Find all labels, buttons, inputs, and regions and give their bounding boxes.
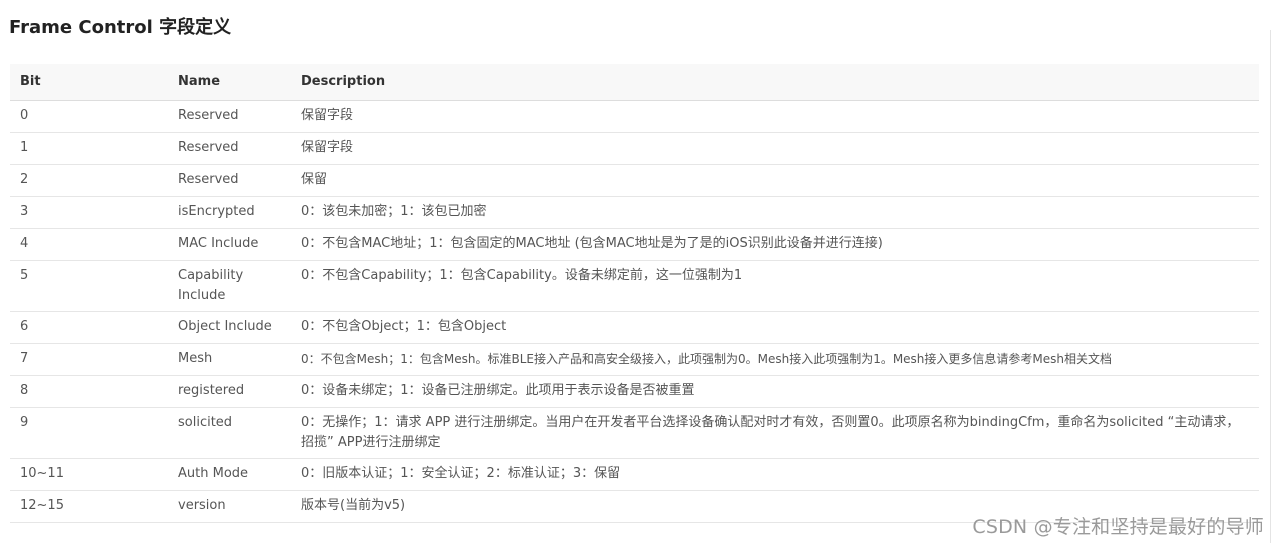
table-row: 7 Mesh 0：不包含Mesh；1：包含Mesh。标准BLE接入产品和高安全级…: [10, 343, 1259, 376]
cell-bit: 9: [10, 407, 168, 459]
cell-bit: 12~15: [10, 490, 168, 523]
cell-description: 0：设备未绑定；1：设备已注册绑定。此项用于表示设备是否被重置: [291, 375, 1259, 408]
cell-name: MAC Include: [168, 228, 291, 261]
cell-name: Object Include: [168, 311, 291, 344]
table-row: 0 Reserved 保留字段: [10, 100, 1259, 133]
cell-bit: 10~11: [10, 458, 168, 491]
header-name: Name: [168, 64, 291, 101]
table-body: 0 Reserved 保留字段 1 Reserved 保留字段 2 Reserv…: [10, 100, 1259, 523]
table-row: 6 Object Include 0：不包含Object；1：包含Object: [10, 311, 1259, 344]
table-header-row: Bit Name Description: [10, 64, 1259, 101]
cell-description: 0：该包未加密；1：该包已加密: [291, 196, 1259, 229]
page-title: Frame Control 字段定义: [9, 17, 232, 38]
cell-name: Reserved: [168, 132, 291, 165]
cell-bit: 6: [10, 311, 168, 344]
cell-bit: 5: [10, 260, 168, 312]
watermark: CSDN @专注和坚持是最好的导师: [972, 516, 1264, 538]
cell-name: Capability Include: [168, 260, 291, 312]
cell-description: 0：不包含MAC地址；1：包含固定的MAC地址 (包含MAC地址是为了是的iOS…: [291, 228, 1259, 261]
right-divider: [1270, 30, 1271, 543]
cell-bit: 1: [10, 132, 168, 165]
cell-description: 保留字段: [291, 100, 1259, 133]
cell-name: version: [168, 490, 291, 523]
cell-name: Auth Mode: [168, 458, 291, 491]
table-row: 2 Reserved 保留: [10, 164, 1259, 197]
cell-name: isEncrypted: [168, 196, 291, 229]
cell-bit: 2: [10, 164, 168, 197]
cell-bit: 0: [10, 100, 168, 133]
header-description: Description: [291, 64, 1259, 101]
cell-description: 0：不包含Object；1：包含Object: [291, 311, 1259, 344]
table-row: 10~11 Auth Mode 0：旧版本认证；1：安全认证；2：标准认证；3：…: [10, 458, 1259, 491]
cell-description: 保留字段: [291, 132, 1259, 165]
table-row: 9 solicited 0：无操作；1：请求 APP 进行注册绑定。当用户在开发…: [10, 407, 1259, 459]
table-row: 5 Capability Include 0：不包含Capability；1：包…: [10, 260, 1259, 312]
cell-bit: 4: [10, 228, 168, 261]
cell-description: 0：不包含Capability；1：包含Capability。设备未绑定前，这一…: [291, 260, 1259, 312]
cell-name: solicited: [168, 407, 291, 459]
cell-description: 保留: [291, 164, 1259, 197]
page: Frame Control 字段定义 Bit Name Description …: [0, 0, 1280, 543]
header-bit: Bit: [10, 64, 168, 101]
table-row: 1 Reserved 保留字段: [10, 132, 1259, 165]
cell-name: Mesh: [168, 343, 291, 376]
cell-name: Reserved: [168, 164, 291, 197]
frame-control-table: Bit Name Description 0 Reserved 保留字段 1 R…: [10, 64, 1259, 523]
table-row: 8 registered 0：设备未绑定；1：设备已注册绑定。此项用于表示设备是…: [10, 375, 1259, 408]
table-header: Bit Name Description: [10, 64, 1259, 101]
cell-name: registered: [168, 375, 291, 408]
cell-description: 0：不包含Mesh；1：包含Mesh。标准BLE接入产品和高安全级接入，此项强制…: [291, 343, 1259, 376]
cell-name: Reserved: [168, 100, 291, 133]
cell-bit: 8: [10, 375, 168, 408]
cell-bit: 3: [10, 196, 168, 229]
table-row: 3 isEncrypted 0：该包未加密；1：该包已加密: [10, 196, 1259, 229]
table-row: 4 MAC Include 0：不包含MAC地址；1：包含固定的MAC地址 (包…: [10, 228, 1259, 261]
cell-description: 0：无操作；1：请求 APP 进行注册绑定。当用户在开发者平台选择设备确认配对时…: [291, 407, 1259, 459]
cell-description: 0：旧版本认证；1：安全认证；2：标准认证；3：保留: [291, 458, 1259, 491]
cell-bit: 7: [10, 343, 168, 376]
